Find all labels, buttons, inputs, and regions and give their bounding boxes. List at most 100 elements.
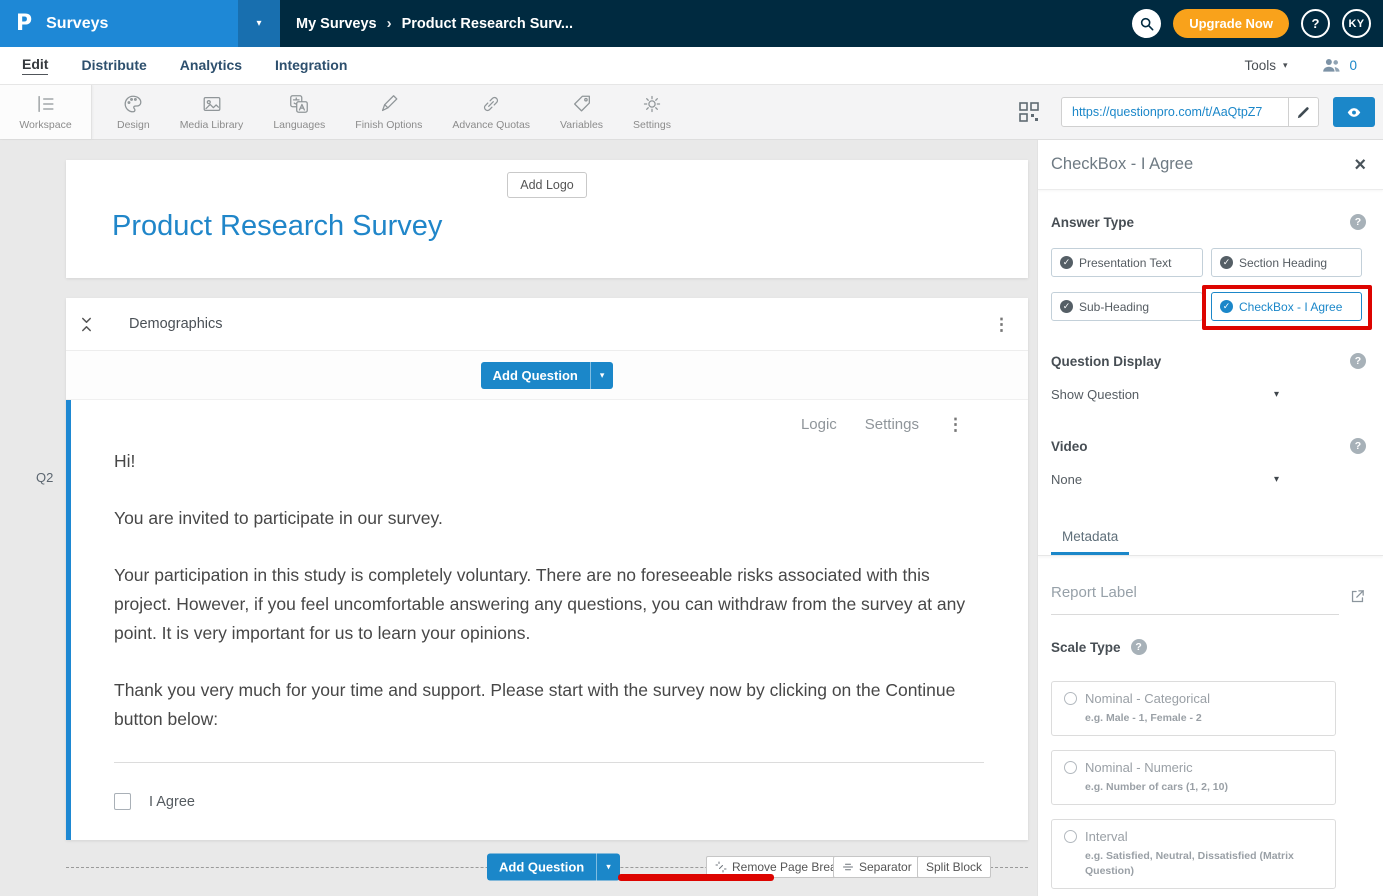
answer-type-label: Answer Type <box>1051 215 1134 230</box>
help-icon[interactable]: ? <box>1350 353 1366 369</box>
nav-tabs: Edit Distribute Analytics Integration <box>22 47 347 84</box>
toolbar-item-finish-options[interactable]: Finish Options <box>340 85 437 139</box>
scale-option-nominal-numeric[interactable]: Nominal - Numeric e.g. Number of cars (1… <box>1051 750 1336 805</box>
toolbar-item-languages[interactable]: Languages <box>258 85 340 139</box>
collaborators-button[interactable]: 0 <box>1321 55 1357 76</box>
product-switcher[interactable]: P Surveys ▾ <box>0 0 280 47</box>
scale-option-example: e.g. Male - 1, Female - 2 <box>1085 711 1323 726</box>
scale-option-interval[interactable]: Interval e.g. Satisfied, Neutral, Dissat… <box>1051 819 1336 889</box>
question-paragraph: Thank you very much for your time and su… <box>114 676 984 734</box>
check-circle-icon: ✓ <box>1060 256 1073 269</box>
separator-button[interactable]: Separator <box>833 856 921 878</box>
radio-icon[interactable] <box>1064 830 1077 843</box>
tag-icon <box>571 93 593 115</box>
chevron-down-icon: ▾ <box>1283 61 1288 70</box>
nav-right: Tools ▾ 0 <box>1244 47 1357 84</box>
i-agree-checkbox[interactable] <box>114 793 131 810</box>
breadcrumb-my-surveys[interactable]: My Surveys <box>296 16 377 32</box>
toolbar-item-advance-quotas[interactable]: Advance Quotas <box>437 85 545 139</box>
collapse-section-icon[interactable] <box>80 317 93 332</box>
answer-type-options: ✓ Presentation Text ✓ Section Heading ✓ … <box>1051 248 1366 321</box>
chevron-down-icon[interactable]: ▾ <box>596 854 620 881</box>
i-agree-row: I Agree <box>114 793 984 810</box>
chevron-down-icon: ▾ <box>1274 390 1279 400</box>
add-logo-button[interactable]: Add Logo <box>507 172 587 198</box>
qr-code-icon[interactable] <box>1019 102 1039 122</box>
primary-nav: Edit Distribute Analytics Integration To… <box>0 47 1383 85</box>
gear-icon <box>641 93 663 115</box>
split-block-button[interactable]: Split Block <box>917 856 991 878</box>
help-icon[interactable]: ? <box>1131 639 1147 655</box>
logic-button[interactable]: Logic <box>801 416 837 433</box>
section-title[interactable]: Demographics <box>129 316 223 332</box>
video-section: Video ? <box>1051 438 1366 454</box>
toolbar-item-settings[interactable]: Settings <box>618 85 686 139</box>
report-label-field[interactable]: Report Label <box>1051 584 1339 615</box>
scale-option-nominal-categorical[interactable]: Nominal - Categorical e.g. Male - 1, Fem… <box>1051 681 1336 736</box>
video-select[interactable]: None ▾ <box>1051 472 1279 487</box>
close-icon[interactable]: × <box>1354 155 1366 175</box>
product-switcher-caret[interactable]: ▾ <box>238 0 280 47</box>
answer-type-section-heading[interactable]: ✓ Section Heading <box>1211 248 1362 277</box>
section-header: Demographics ⋮ <box>66 298 1028 350</box>
question-kebab-menu-icon[interactable]: ⋮ <box>947 416 964 433</box>
question-block[interactable]: Logic Settings ⋮ Hi! You are invited to … <box>66 400 1028 840</box>
separator-icon <box>842 861 854 873</box>
radio-icon[interactable] <box>1064 761 1077 774</box>
question-display-section: Question Display ? <box>1051 353 1366 369</box>
chevron-down-icon[interactable]: ▾ <box>590 362 614 389</box>
add-question-button[interactable]: Add Question ▾ <box>481 362 614 389</box>
question-display-select[interactable]: Show Question ▾ <box>1051 387 1279 402</box>
question-text[interactable]: Hi! You are invited to participate in ou… <box>114 447 984 734</box>
topbar: P Surveys ▾ My Surveys › Product Researc… <box>0 0 1383 47</box>
question-paragraph: Your participation in this study is comp… <box>114 561 984 648</box>
survey-url-field[interactable]: https://questionpro.com/t/AaQtpZ7 <box>1061 97 1289 127</box>
add-question-button-bottom[interactable]: Add Question ▾ <box>487 854 620 881</box>
radio-icon[interactable] <box>1064 692 1077 705</box>
survey-title[interactable]: Product Research Survey <box>112 210 1028 243</box>
check-circle-icon: ✓ <box>1220 256 1233 269</box>
survey-url-group: https://questionpro.com/t/AaQtpZ7 <box>1061 97 1319 127</box>
image-icon <box>201 93 223 115</box>
i-agree-label: I Agree <box>149 794 195 810</box>
help-button[interactable]: ? <box>1301 9 1330 38</box>
scale-type-label: Scale Type <box>1051 640 1121 655</box>
scale-option-example: e.g. Satisfied, Neutral, Dissatisfied (M… <box>1085 849 1323 879</box>
toolbar-item-media-library[interactable]: Media Library <box>165 85 259 139</box>
tools-menu[interactable]: Tools ▾ <box>1244 58 1287 73</box>
question-divider <box>114 762 984 763</box>
toolbar-right: https://questionpro.com/t/AaQtpZ7 <box>1019 97 1375 127</box>
answer-type-sub-heading[interactable]: ✓ Sub-Heading <box>1051 292 1203 321</box>
toolbar-item-design[interactable]: Design <box>102 85 165 139</box>
toolbar-group: Design Media Library Languages Finish Op… <box>102 85 686 139</box>
external-link-icon[interactable] <box>1349 588 1366 605</box>
tab-integration[interactable]: Integration <box>275 57 347 75</box>
upgrade-now-button[interactable]: Upgrade Now <box>1173 9 1289 38</box>
collaborator-count: 0 <box>1349 58 1357 73</box>
check-circle-icon: ✓ <box>1220 300 1233 313</box>
tab-metadata[interactable]: Metadata <box>1051 529 1129 555</box>
panel-tab-bar: Metadata <box>1038 515 1383 556</box>
question-settings-button[interactable]: Settings <box>865 416 919 433</box>
report-label-row: Report Label <box>1051 584 1366 615</box>
avatar[interactable]: KY <box>1342 9 1371 38</box>
help-icon[interactable]: ? <box>1350 438 1366 454</box>
broken-link-icon <box>715 861 727 873</box>
check-circle-icon: ✓ <box>1060 300 1073 313</box>
tab-analytics[interactable]: Analytics <box>180 57 242 75</box>
video-label: Video <box>1051 439 1088 454</box>
pen-icon <box>378 93 400 115</box>
answer-type-checkbox-i-agree[interactable]: ✓ CheckBox - I Agree <box>1211 292 1362 321</box>
answer-type-presentation-text[interactable]: ✓ Presentation Text <box>1051 248 1203 277</box>
tab-edit[interactable]: Edit <box>22 56 48 75</box>
preview-button[interactable] <box>1333 97 1375 127</box>
tab-distribute[interactable]: Distribute <box>81 57 146 75</box>
toolbar-item-workspace[interactable]: Workspace <box>0 85 92 139</box>
question-paragraph: Hi! <box>114 447 984 476</box>
help-icon[interactable]: ? <box>1350 214 1366 230</box>
toolbar-item-variables[interactable]: Variables <box>545 85 618 139</box>
section-kebab-menu-icon[interactable]: ⋮ <box>993 316 1010 333</box>
search-button[interactable] <box>1132 9 1161 38</box>
breadcrumb-current-survey: Product Research Surv... <box>402 16 573 32</box>
edit-url-button[interactable] <box>1289 97 1319 127</box>
